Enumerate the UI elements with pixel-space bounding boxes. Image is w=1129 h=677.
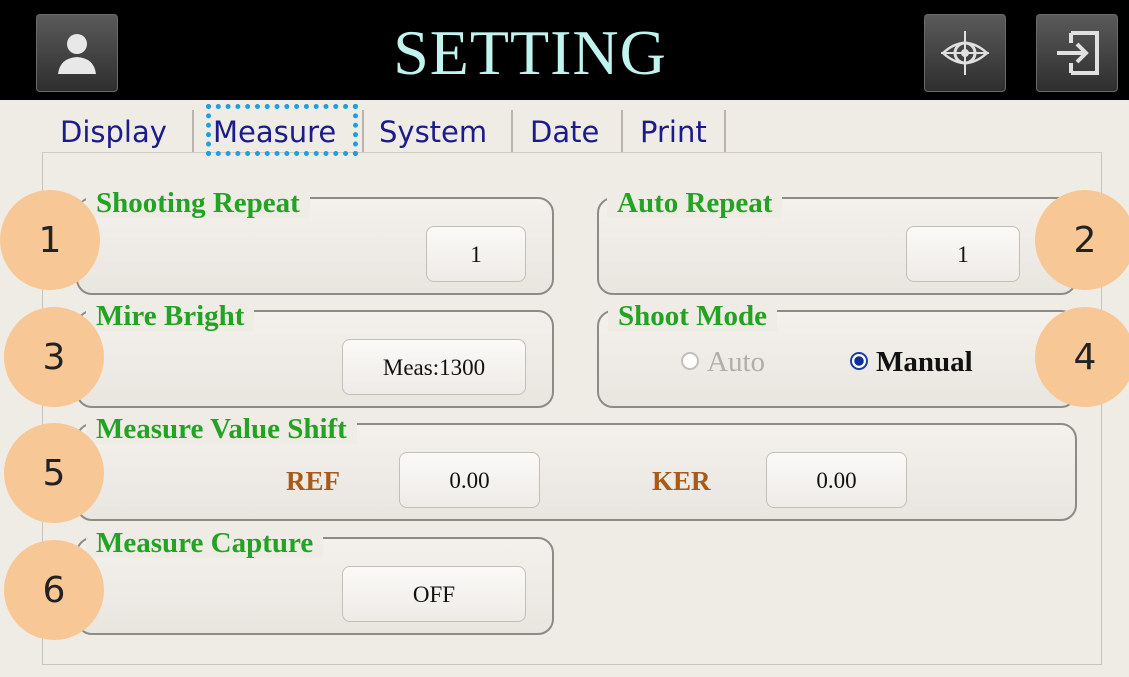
callout-2: 2 (1035, 190, 1129, 290)
callout-4: 4 (1035, 307, 1129, 407)
tab-print[interactable]: Print (640, 108, 707, 154)
tab-divider (362, 110, 364, 152)
radio-unselected-icon (681, 352, 699, 371)
tab-system[interactable]: System (379, 108, 487, 154)
shoot-mode-auto-radio[interactable]: Auto (681, 346, 765, 378)
tab-display[interactable]: Display (60, 108, 167, 154)
user-button[interactable] (36, 14, 118, 92)
mire-bright-field[interactable]: Meas:1300 (342, 339, 526, 395)
callout-6: 6 (4, 540, 104, 640)
mire-bright-label: Mire Bright (86, 301, 255, 331)
tab-divider (511, 110, 513, 152)
tab-divider (724, 110, 726, 152)
tab-date[interactable]: Date (530, 108, 599, 154)
exit-icon (1057, 31, 1099, 75)
header-bar: SETTING (0, 0, 1129, 100)
radio-selected-icon (850, 352, 868, 371)
shoot-mode-label: Shoot Mode (608, 301, 778, 331)
measure-value-shift-label: Measure Value Shift (86, 414, 357, 444)
tab-divider (621, 110, 623, 152)
measure-capture-label: Measure Capture (86, 528, 324, 558)
ref-label: REF (286, 466, 340, 496)
callout-3: 3 (4, 307, 104, 407)
exit-button[interactable] (1036, 14, 1118, 92)
target-button[interactable] (924, 14, 1006, 92)
auto-repeat-field[interactable]: 1 (906, 226, 1020, 282)
shoot-mode-manual-label: Manual (876, 346, 973, 378)
auto-repeat-label: Auto Repeat (607, 188, 783, 218)
active-tab-highlight (206, 104, 358, 156)
callout-5: 5 (4, 423, 104, 523)
target-icon (941, 31, 989, 75)
ref-value-field[interactable]: 0.00 (399, 452, 540, 508)
ker-label: KER (652, 466, 711, 496)
measure-capture-field[interactable]: OFF (342, 566, 526, 622)
ker-value-field[interactable]: 0.00 (766, 452, 907, 508)
shooting-repeat-label: Shooting Repeat (86, 188, 310, 218)
user-icon (58, 34, 96, 74)
shoot-mode-auto-label: Auto (707, 346, 765, 378)
tab-divider (192, 110, 194, 152)
shoot-mode-manual-radio[interactable]: Manual (850, 346, 973, 378)
shooting-repeat-field[interactable]: 1 (426, 226, 526, 282)
callout-1: 1 (0, 190, 100, 290)
page-title: SETTING (393, 17, 667, 88)
